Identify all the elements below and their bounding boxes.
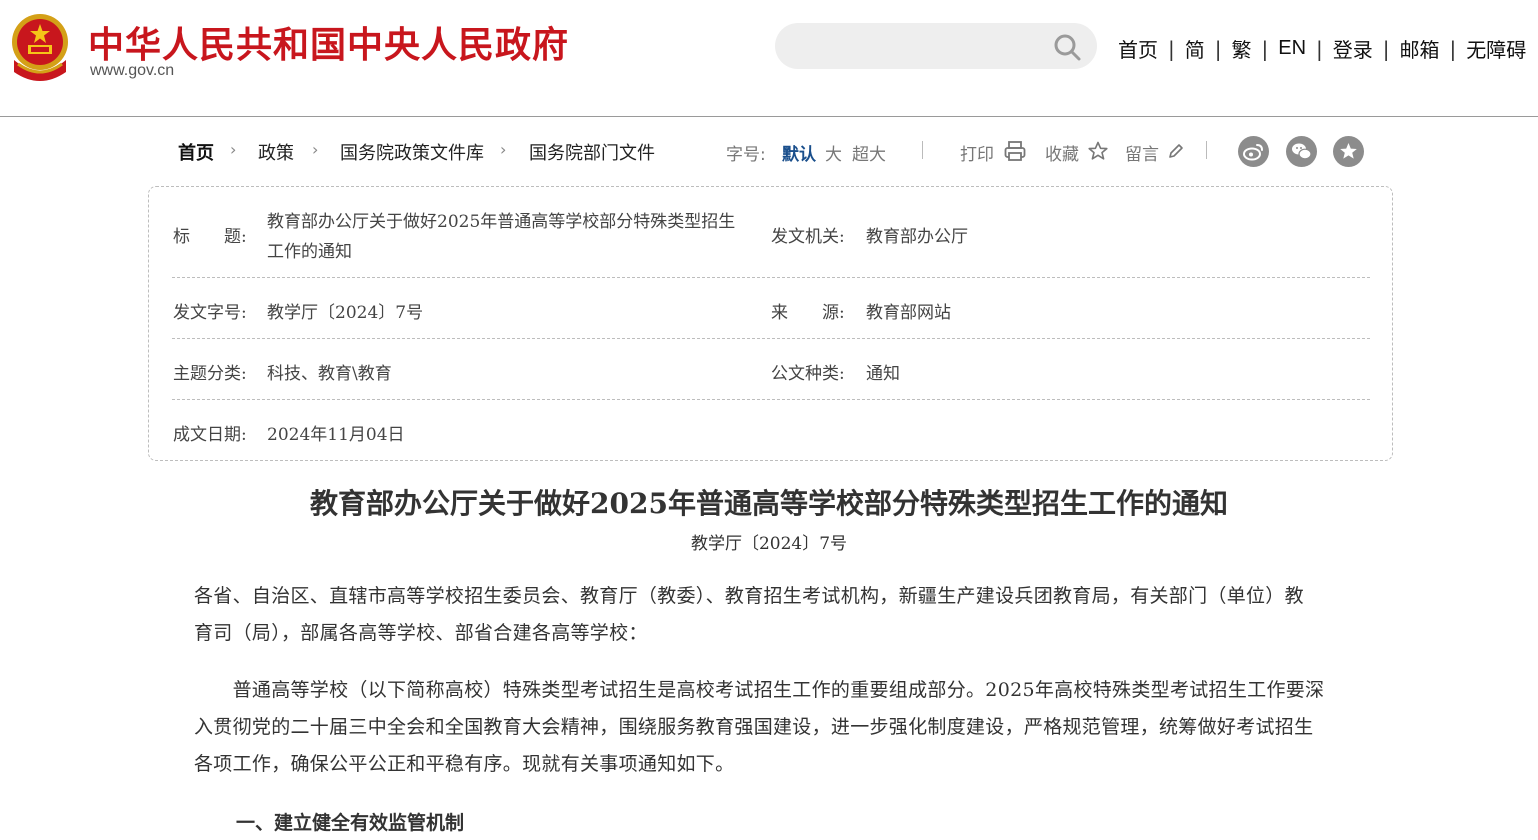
info-topic-value: 科技、教育\教育 <box>267 364 392 384</box>
article-text-line: 各项工作，确保公平公正和平稳有序。现就有关事项通知如下。 <box>194 753 735 775</box>
font-large-option[interactable]: 大 <box>825 140 842 165</box>
top-nav: 首页 | 简 | 繁 | EN | 登录 | 邮箱 | 无障碍 <box>1118 34 1526 63</box>
nav-divider: | <box>1449 36 1457 61</box>
breadcrumb-department-docs[interactable]: 国务院部门文件 <box>529 139 655 165</box>
info-date-label: 成文日期: <box>173 425 247 445</box>
info-title-value-line1: 教育部办公厅关于做好2025年普通高等学校部分特殊类型招生 <box>267 212 736 232</box>
info-row-divider <box>172 399 1370 400</box>
article-text-line: 育司（局），部属各高等学校、部省合建各高等学校： <box>194 622 648 644</box>
header-divider <box>0 116 1538 117</box>
info-doc-type-value: 通知 <box>866 364 900 384</box>
font-xlarge-option[interactable]: 超大 <box>852 140 886 165</box>
info-topic-label: 主题分类: <box>173 364 247 384</box>
collect-share-icon[interactable] <box>1333 136 1364 167</box>
breadcrumb-arrow-icon: › <box>312 140 319 159</box>
comment-button[interactable]: 留言 <box>1125 140 1159 165</box>
search-icon[interactable] <box>1052 32 1082 62</box>
star-icon[interactable] <box>1088 141 1108 165</box>
toolbar-divider <box>1206 141 1207 159</box>
site-title[interactable]: 中华人民共和国中央人民政府 <box>88 16 569 68</box>
info-source-label: 来 源: <box>771 303 845 323</box>
nav-simplified-link[interactable]: 简 <box>1185 34 1205 63</box>
nav-traditional-link[interactable]: 繁 <box>1232 34 1252 63</box>
info-title-label: 标 题: <box>173 227 247 247</box>
toolbar-divider <box>922 141 923 159</box>
breadcrumb-arrow-icon: › <box>500 140 507 159</box>
info-doc-no-value: 教学厅〔2024〕7号 <box>267 303 424 323</box>
article-paragraph-1: 普通高等学校（以下简称高校）特殊类型考试招生是高校考试招生工作的重要组成部分。2… <box>194 672 1354 783</box>
info-issuer-value: 教育部办公厅 <box>866 227 968 247</box>
info-date-value: 2024年11月04日 <box>267 425 405 445</box>
info-source-value: 教育部网站 <box>866 303 951 323</box>
wechat-share-icon[interactable] <box>1286 136 1317 167</box>
article-doc-number: 教学厅〔2024〕7号 <box>690 534 848 554</box>
nav-divider: | <box>1214 36 1222 61</box>
article-addressees: 各省、自治区、直辖市高等学校招生委员会、教育厅（教委）、教育招生考试机构，新疆生… <box>194 578 1354 652</box>
favorite-button[interactable]: 收藏 <box>1045 140 1079 165</box>
print-button[interactable]: 打印 <box>960 140 994 165</box>
article-text-line: 各省、自治区、直辖市高等学校招生委员会、教育厅（教委）、教育招生考试机构，新疆生… <box>194 585 1304 607</box>
search-input[interactable] <box>775 23 1097 69</box>
info-title-value-line2: 工作的通知 <box>267 242 352 262</box>
breadcrumb-home[interactable]: 首页 <box>178 139 214 165</box>
article-text-line: 普通高等学校（以下简称高校）特殊类型考试招生是高校考试招生工作的重要组成部分。2… <box>194 679 1325 701</box>
nav-divider: | <box>1168 36 1175 61</box>
printer-icon[interactable] <box>1003 139 1027 167</box>
weibo-share-icon[interactable] <box>1238 136 1269 167</box>
info-row-divider <box>172 277 1370 278</box>
article-text-line: 入贯彻党的二十届三中全会和全国教育大会精神，围绕服务教育强国建设，进一步强化制度… <box>194 716 1314 738</box>
nav-login-link[interactable]: 登录 <box>1333 34 1373 63</box>
info-doc-type-label: 公文种类: <box>771 364 845 384</box>
pencil-icon[interactable] <box>1167 142 1185 164</box>
nav-mailbox-link[interactable]: 邮箱 <box>1400 34 1440 63</box>
breadcrumb-policy-library[interactable]: 国务院政策文件库 <box>340 139 484 165</box>
section-heading: 一、建立健全有效监管机制 <box>236 812 465 834</box>
breadcrumb-arrow-icon: › <box>230 140 237 159</box>
article-title: 教育部办公厅关于做好2025年普通高等学校部分特殊类型招生工作的通知 <box>310 487 1228 520</box>
nav-divider: | <box>1316 36 1323 61</box>
nav-accessibility-link[interactable]: 无障碍 <box>1466 34 1526 63</box>
national-emblem-logo[interactable] <box>8 12 72 84</box>
nav-divider: | <box>1382 36 1390 61</box>
breadcrumb-policy[interactable]: 政策 <box>258 139 294 165</box>
info-issuer-label: 发文机关: <box>771 227 845 247</box>
info-doc-no-label: 发文字号: <box>173 303 247 323</box>
info-row-divider <box>172 338 1370 339</box>
nav-home-link[interactable]: 首页 <box>1118 34 1158 63</box>
site-url[interactable]: www.gov.cn <box>90 62 174 80</box>
font-default-option[interactable]: 默认 <box>782 140 816 165</box>
font-size-label: 字号: <box>726 145 766 165</box>
nav-divider: | <box>1261 36 1269 61</box>
nav-english-link[interactable]: EN <box>1278 37 1306 60</box>
